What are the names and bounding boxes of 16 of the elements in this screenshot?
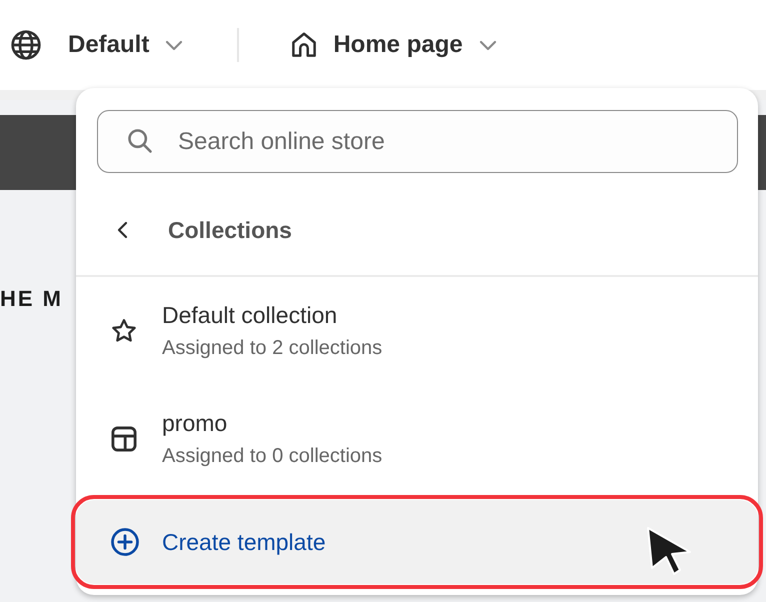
template-name: promo [162,410,228,437]
create-template-button[interactable]: Create template [76,500,758,584]
search-field[interactable]: Search online store [97,110,738,173]
template-assignment: Assigned to 0 collections [162,445,382,468]
store-heading: HE M [0,286,63,312]
language-selector[interactable]: Default [10,29,186,61]
page-selector[interactable]: Home page [289,30,499,60]
back-button[interactable]: Collections [76,185,758,277]
template-assignment: Assigned to 2 collections [162,337,382,360]
template-item[interactable]: Default collection Assigned to 2 collections [76,277,758,385]
template-name: Default collection [162,302,338,329]
add-icon [110,527,140,557]
layout-icon [110,425,138,453]
search-icon [126,127,154,155]
template-item[interactable]: promo Assigned to 0 collections [76,385,758,493]
globe-icon [10,29,42,61]
